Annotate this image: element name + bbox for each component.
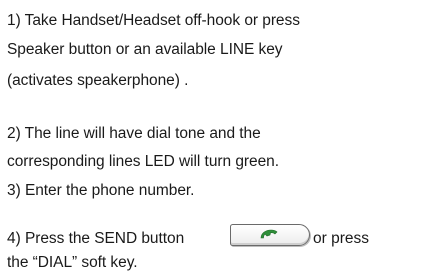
step-2-line-1: 2) The line will have dial tone and the (7, 125, 261, 142)
step-4-line-1: 4) Press the SEND button (7, 230, 185, 247)
step-1-line-1: 1) Take Handset/Headset off-hook or pres… (7, 12, 300, 29)
step-3: 3) Enter the phone number. (7, 182, 195, 199)
step-1-line-2: Speaker button or an available LINE key (7, 41, 283, 58)
handset-icon (260, 229, 278, 239)
send-button-image (230, 224, 310, 246)
step-4-line-2: the “DIAL” soft key. (7, 254, 138, 271)
instructions-document: 1) Take Handset/Headset off-hook or pres… (0, 0, 421, 276)
step-1-line-3: (activates speakerphone) . (7, 72, 189, 89)
step-2-line-2: corresponding lines LED will turn green. (7, 153, 279, 170)
step-4-line-1-after: or press (313, 230, 369, 247)
